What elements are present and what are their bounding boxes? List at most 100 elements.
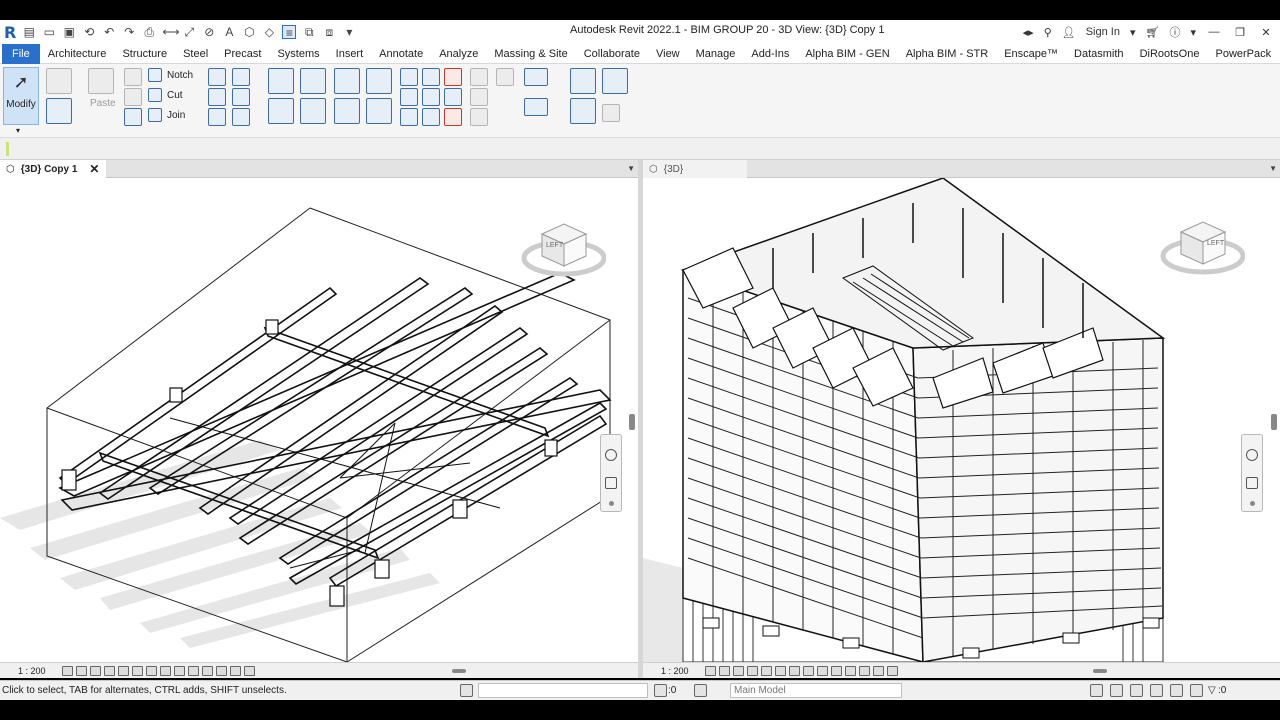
copy-clipboard-icon[interactable] [124,88,142,106]
search-back-icon[interactable]: ◂▸ [1023,26,1034,39]
measure-icon[interactable]: ⟷ [162,25,179,39]
minimize-icon[interactable]: — [1206,26,1222,38]
align-icon[interactable] [268,68,294,94]
tab-collaborate[interactable]: Collaborate [576,44,648,64]
tab-powerpack[interactable]: PowerPack [1207,44,1279,64]
lock-3d-icon[interactable] [160,665,171,676]
redo-icon[interactable]: ↷ [122,25,136,39]
crop-view-icon[interactable] [775,665,786,676]
rotate-icon[interactable] [334,98,360,124]
tab-insert[interactable]: Insert [328,44,372,64]
tab-dirootsone[interactable]: DiRootsOne [1132,44,1208,64]
sign-in-dropdown-icon[interactable]: ▾ [1130,26,1136,39]
cut-label[interactable]: Cut [167,90,183,101]
text-icon[interactable]: A [222,25,236,39]
link-icon[interactable] [470,108,488,126]
properties-icon[interactable] [46,68,72,94]
tab-massing-site[interactable]: Massing & Site [486,44,575,64]
tab-steel[interactable]: Steel [175,44,216,64]
analytical-model-icon[interactable] [859,665,870,676]
thin-lines-icon[interactable]: ≡ [282,25,297,40]
background-processes-icon[interactable] [1190,684,1203,697]
notch-label[interactable]: Notch [167,70,193,81]
worksharing-icon[interactable] [202,665,213,676]
tab-architecture[interactable]: Architecture [40,44,115,64]
select-links-icon[interactable] [1090,684,1103,697]
section-icon[interactable]: ◇ [262,25,276,39]
create-assembly-icon[interactable] [570,68,596,94]
view-scale[interactable]: 1 : 200 [661,666,701,676]
pin-icon[interactable] [444,88,462,106]
left-tab-dropdown-icon[interactable]: ▼ [627,164,635,173]
scale-icon[interactable] [422,88,440,106]
tag-icon[interactable]: ⊘ [202,25,216,39]
detail-level-icon[interactable] [705,665,716,676]
editing-requests-icon[interactable] [654,684,667,697]
sun-path-icon[interactable] [733,665,744,676]
tab-alpha-bim-str[interactable]: Alpha BIM - STR [898,44,997,64]
design-options-icon[interactable] [694,684,707,697]
copy-icon[interactable] [300,98,326,124]
paste-label[interactable]: Paste [90,98,116,109]
worksharing-icon[interactable] [845,665,856,676]
trim-multiple-icon[interactable] [422,108,440,126]
right-3d-viewport[interactable]: LEFT [643,178,1280,662]
steering-wheel-icon[interactable] [605,449,617,461]
left-vertical-scroll-thumb[interactable] [629,414,635,430]
nav-options-icon[interactable] [1250,501,1255,506]
tab-annotate[interactable]: Annotate [371,44,431,64]
tab-systems[interactable]: Systems [269,44,327,64]
select-by-face-icon[interactable] [1150,684,1163,697]
move-icon[interactable] [268,98,294,124]
match-properties-icon[interactable] [124,108,142,126]
left-horizontal-scroll-thumb[interactable] [452,669,466,673]
print-icon[interactable]: ⎙ [142,25,156,39]
join-icon[interactable] [148,108,162,122]
mirror-draw-icon[interactable] [366,68,392,94]
create-group-icon[interactable] [570,98,596,124]
lock-3d-icon[interactable] [803,665,814,676]
save-icon[interactable]: ▣ [62,25,76,39]
brush-icon[interactable] [470,88,488,106]
trim-single-icon[interactable] [400,108,418,126]
filter-icon[interactable]: ▽ [1208,685,1216,696]
constraints-icon[interactable] [887,665,898,676]
tab-3d[interactable]: ⬡ {3D} [643,160,747,178]
dimension-icon[interactable]: ⤢ [182,25,196,39]
modify-button[interactable]: ➚ Modify [3,67,39,125]
create-parts-icon[interactable] [602,68,628,94]
crop-view-icon[interactable] [132,665,143,676]
mirror-axis-icon[interactable] [334,68,360,94]
shadows-icon[interactable] [104,665,115,676]
restore-icon[interactable]: ❐ [1232,26,1248,39]
cart-icon[interactable]: 🛒︎ [1146,26,1160,39]
open-icon[interactable]: ▭ [42,25,56,39]
tab-datasmith[interactable]: Datasmith [1066,44,1132,64]
right-horizontal-scroll-thumb[interactable] [1093,669,1107,673]
type-properties-icon[interactable] [46,98,72,124]
demolish-icon[interactable] [208,108,226,126]
zoom-region-icon[interactable] [1246,477,1258,489]
analytical-model-icon[interactable] [216,665,227,676]
drag-on-selection-icon[interactable] [1170,684,1183,697]
select-underlay-icon[interactable] [1110,684,1123,697]
split-gap-icon[interactable] [422,68,440,86]
show-crop-icon[interactable] [146,665,157,676]
sync-icon[interactable]: ⟲ [82,25,96,39]
measure-ribbon-icon[interactable] [524,68,548,86]
tab-file[interactable]: File [2,43,40,64]
delete-icon[interactable] [444,108,462,126]
steering-wheel-icon[interactable] [1246,449,1258,461]
hint-icon[interactable] [470,68,488,86]
temp-hide-icon[interactable] [174,665,185,676]
select-pinned-icon[interactable] [1130,684,1143,697]
reveal-hidden-icon[interactable] [188,665,199,676]
navigation-bar[interactable] [1241,434,1263,512]
recent-files-icon[interactable]: ▤ [22,25,36,39]
view-icon[interactable] [496,68,514,86]
detail-level-icon[interactable] [62,665,73,676]
highlight-displacement-icon[interactable] [230,665,241,676]
paint-icon[interactable] [232,88,250,106]
join-label[interactable]: Join [167,110,185,121]
notch-icon[interactable] [148,68,162,82]
